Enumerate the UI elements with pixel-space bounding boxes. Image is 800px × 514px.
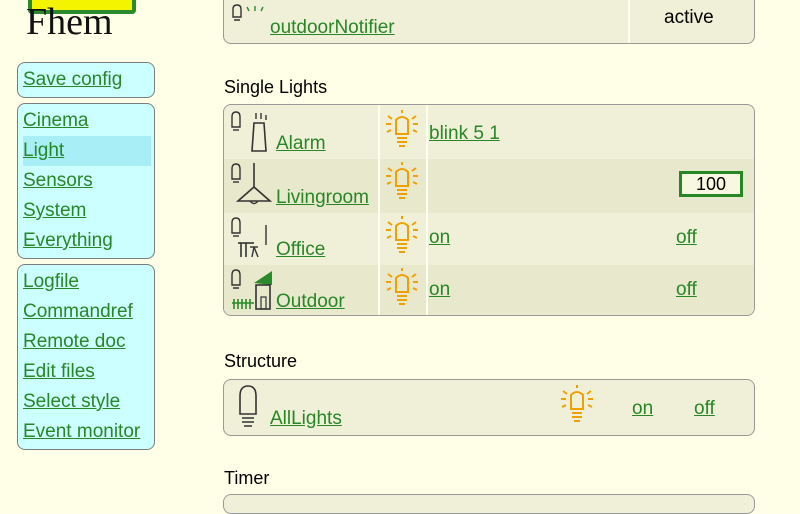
alarm-blink-command[interactable]: blink 5 1 <box>429 123 500 145</box>
device-link-alarm[interactable]: Alarm <box>276 133 326 155</box>
single-lights-box: Alarm blink 5 1 Livingroom 100 Office on… <box>223 104 755 316</box>
section-title-timer: Timer <box>224 468 270 488</box>
timer-box <box>223 494 755 514</box>
menu-room-sensors[interactable]: Sensors <box>23 166 154 196</box>
office-on-link[interactable]: on <box>429 227 450 249</box>
table-row: Outdoor on off <box>224 265 754 315</box>
bulb-icon[interactable] <box>557 385 597 425</box>
section-title-single-lights: Single Lights <box>224 77 328 97</box>
menu-event-monitor[interactable]: Event monitor <box>23 417 154 447</box>
menu-remote-doc[interactable]: Remote doc <box>23 327 154 357</box>
bulb-icon[interactable] <box>382 216 422 256</box>
menu-save-config[interactable]: Save config <box>23 65 154 95</box>
bulb-outline-icon <box>239 385 257 427</box>
alarm-siren-icon <box>231 111 267 152</box>
device-state-active: active <box>664 7 714 28</box>
outdoor-off-link[interactable]: off <box>676 279 697 301</box>
menu-save-box: Save config <box>17 62 155 98</box>
small-bulb-icon <box>232 4 264 21</box>
outdoor-on-link[interactable]: on <box>429 279 450 301</box>
menu-select-style[interactable]: Select style <box>23 387 154 417</box>
table-row: Livingroom 100 <box>224 159 754 213</box>
menu-commandref[interactable]: Commandref <box>23 297 154 327</box>
device-link-alllights[interactable]: AllLights <box>270 408 342 430</box>
menu-rooms-box: Cinema Light Sensors System Everything <box>17 103 155 259</box>
menu-room-cinema[interactable]: Cinema <box>23 106 154 136</box>
structure-box: AllLights on off <box>223 379 755 436</box>
notify-box: outdoorNotifier active <box>223 0 755 44</box>
menu-tools-box: Logfile Commandref Remote doc Edit files… <box>17 264 155 450</box>
table-row: AllLights on off <box>224 380 754 435</box>
house-fence-icon <box>231 269 272 310</box>
office-off-link[interactable]: off <box>676 227 697 249</box>
office-desk-icon <box>231 217 267 258</box>
section-title-structure: Structure <box>224 351 298 371</box>
menu-logfile[interactable]: Logfile <box>23 267 154 297</box>
menu-edit-files[interactable]: Edit files <box>23 357 154 387</box>
device-link-livingroom[interactable]: Livingroom <box>276 187 369 209</box>
table-row: Alarm blink 5 1 <box>224 105 754 159</box>
bulb-icon[interactable] <box>382 162 422 202</box>
menu-room-everything[interactable]: Everything <box>23 226 154 256</box>
livingroom-dim-input[interactable]: 100 <box>679 171 743 197</box>
logo-text: Fhem <box>26 1 113 43</box>
device-link-outdoornotifier[interactable]: outdoorNotifier <box>270 17 395 39</box>
menu-room-light[interactable]: Light <box>23 136 151 166</box>
alllights-on-link[interactable]: on <box>632 398 653 420</box>
menu-room-system[interactable]: System <box>23 196 154 226</box>
table-row: Office on off <box>224 213 754 265</box>
device-link-outdoor[interactable]: Outdoor <box>276 291 345 313</box>
device-link-office[interactable]: Office <box>276 239 325 261</box>
bulb-icon[interactable] <box>382 110 422 150</box>
bulb-icon[interactable] <box>382 268 422 308</box>
fhem-logo: Fhem <box>22 0 150 42</box>
ceiling-lamp-icon <box>231 163 273 205</box>
alllights-off-link[interactable]: off <box>694 398 715 420</box>
